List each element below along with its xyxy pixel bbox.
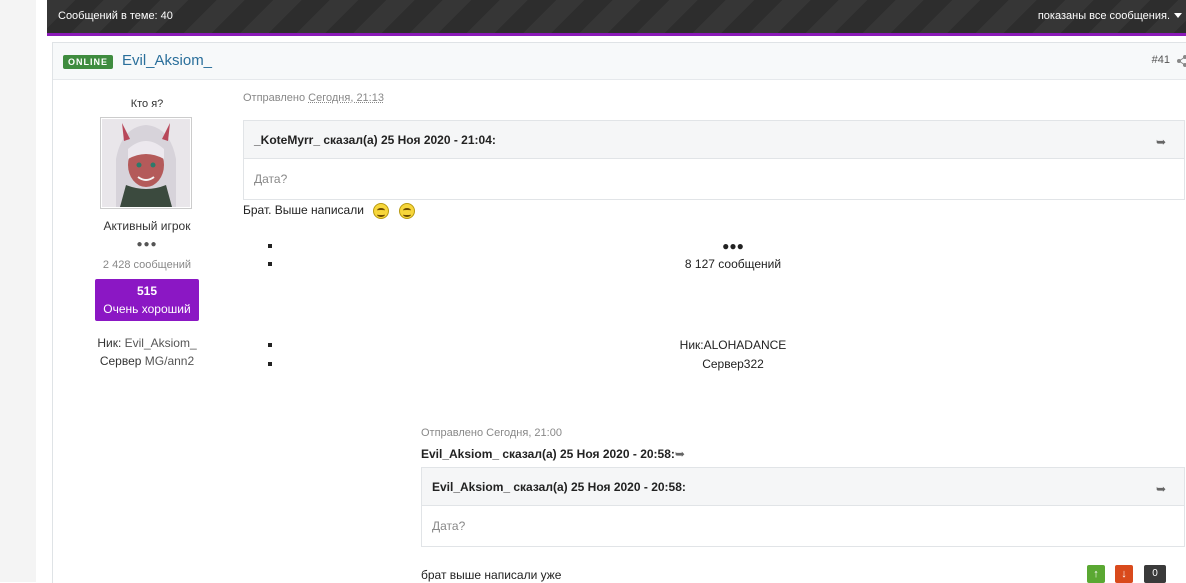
server-label: Сервер xyxy=(100,354,142,368)
left-gutter-spacer xyxy=(36,0,47,582)
quote-jump-icon[interactable]: ➥ xyxy=(675,447,685,461)
quote-text: Дата? xyxy=(254,172,287,186)
nested-quote-header: Evil_Aksiom_ сказал(а) 25 Ноя 2020 - 20:… xyxy=(432,480,686,494)
posted-date: Сегодня, 21:13 xyxy=(308,92,384,104)
embedded-post-count: 8 127 сообщений xyxy=(633,257,833,271)
reputation-title: Очень хороший xyxy=(95,302,199,316)
vote-up-button[interactable]: ↑ xyxy=(1087,565,1105,583)
embedded-pips: ●●● xyxy=(683,239,783,253)
quote-block: _KoteMyrr_ сказал(а) 25 Ноя 2020 - 21:04… xyxy=(243,120,1185,200)
reply-message: Брат. Выше написали xyxy=(243,203,364,217)
author-server: Сервер MG/ann2 xyxy=(53,354,241,368)
posted-time: Отправлено Сегодня, 21:13 xyxy=(243,92,384,104)
post-count-label: Сообщений в теме: 40 xyxy=(58,10,173,22)
nick-value: Evil_Aksiom_ xyxy=(125,336,197,350)
reply-text: Брат. Выше написали xyxy=(243,203,415,219)
author-link[interactable]: Evil_Aksiom_ xyxy=(122,52,212,69)
share-icon[interactable] xyxy=(1177,55,1186,67)
vote-count: 0 xyxy=(1144,565,1166,583)
quote-jump-icon[interactable]: ➥ xyxy=(1156,135,1166,149)
vote-controls: ↑ ↓ 0 xyxy=(1087,561,1186,583)
author-nick: Ник: Evil_Aksiom_ xyxy=(53,336,241,350)
author-title: Кто я? xyxy=(53,98,241,110)
embedded-server: Сервер322 xyxy=(633,357,833,371)
accent-divider xyxy=(47,33,1186,36)
online-badge: ONLINE xyxy=(63,55,113,69)
embedded-quote-header: Evil_Aksiom_ сказал(а) 25 Ноя 2020 - 20:… xyxy=(421,447,685,461)
embedded-posted-time: Отправлено Сегодня, 21:00 xyxy=(421,427,562,439)
embedded-text: брат выше написали уже xyxy=(421,568,561,582)
post-body: Отправлено Сегодня, 21:13 _KoteMyrr_ ска… xyxy=(243,79,1186,583)
nick-label: Ник: xyxy=(97,336,121,350)
vote-down-button[interactable]: ↓ xyxy=(1115,565,1133,583)
topic-bar: Сообщений в теме: 40 показаны все сообще… xyxy=(47,0,1186,33)
posted-prefix: Отправлено xyxy=(243,92,305,104)
nested-quote-body: Дата? xyxy=(422,505,1184,546)
filter-dropdown[interactable]: показаны все сообщения. xyxy=(1038,10,1170,22)
quote-body: Дата? xyxy=(244,158,1184,199)
member-rank: Активный игрок xyxy=(53,219,241,233)
forum-post: ONLINE Evil_Aksiom_ #41 Кто я? Активный xyxy=(52,42,1186,583)
rank-pips: ●●● xyxy=(53,239,241,250)
list-bullet xyxy=(268,244,272,248)
smile-icon xyxy=(399,203,415,219)
list-bullet xyxy=(268,343,272,347)
embedded-nick: Ник:ALOHADANCE xyxy=(633,338,833,352)
list-bullet xyxy=(268,262,272,266)
quote-header: _KoteMyrr_ сказал(а) 25 Ноя 2020 - 21:04… xyxy=(254,133,496,147)
post-header: ONLINE Evil_Aksiom_ #41 xyxy=(53,43,1186,80)
reputation-value: 515 xyxy=(95,284,199,298)
smile-icon xyxy=(373,203,389,219)
quote-jump-icon[interactable]: ➥ xyxy=(1156,482,1166,496)
chevron-down-icon[interactable] xyxy=(1174,13,1182,18)
nested-quote-text: Дата? xyxy=(432,519,465,533)
list-bullet xyxy=(268,362,272,366)
nested-quote-block: Evil_Aksiom_ сказал(а) 25 Ноя 2020 - 20:… xyxy=(421,467,1185,547)
server-value: MG/ann2 xyxy=(145,354,194,368)
post-number-link[interactable]: #41 xyxy=(1152,54,1170,66)
left-gutter xyxy=(0,0,37,582)
avatar[interactable] xyxy=(100,117,192,209)
embedded-header-text: Evil_Aksiom_ сказал(а) 25 Ноя 2020 - 20:… xyxy=(421,447,675,461)
reputation-badge: 515 Очень хороший xyxy=(95,279,199,321)
avatar-image xyxy=(102,119,190,207)
author-post-count: 2 428 сообщений xyxy=(53,259,241,271)
